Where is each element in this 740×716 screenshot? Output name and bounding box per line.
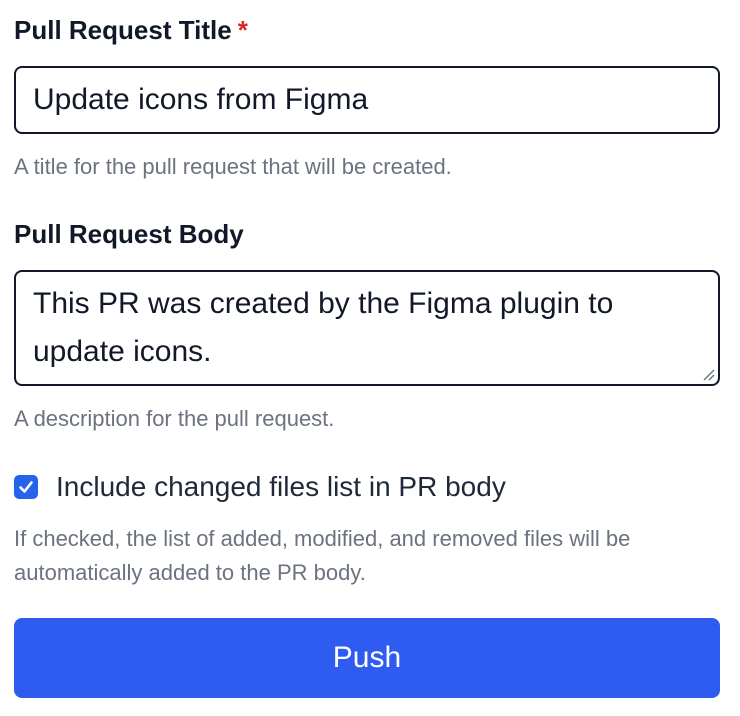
body-label: Pull Request Body bbox=[14, 219, 244, 249]
title-input[interactable] bbox=[14, 66, 720, 134]
changed-files-checkbox[interactable] bbox=[14, 475, 38, 499]
body-help-text: A description for the pull request. bbox=[14, 406, 335, 431]
changed-files-help-text: If checked, the list of added, modified,… bbox=[14, 526, 631, 585]
required-marker: * bbox=[237, 15, 248, 45]
body-textarea[interactable]: This PR was created by the Figma plugin … bbox=[14, 270, 720, 386]
changed-files-option[interactable]: Include changed files list in PR body bbox=[14, 468, 506, 506]
changed-files-label: Include changed files list in PR body bbox=[56, 471, 506, 502]
title-label-text: Pull Request Title bbox=[14, 15, 232, 45]
push-button[interactable]: Push bbox=[14, 618, 720, 698]
check-icon bbox=[19, 481, 33, 493]
title-label: Pull Request Title * bbox=[14, 14, 248, 46]
resize-handle-icon[interactable] bbox=[701, 367, 715, 381]
body-textarea-value: This PR was created by the Figma plugin … bbox=[33, 287, 614, 368]
title-help-text: A title for the pull request that will b… bbox=[14, 154, 452, 179]
